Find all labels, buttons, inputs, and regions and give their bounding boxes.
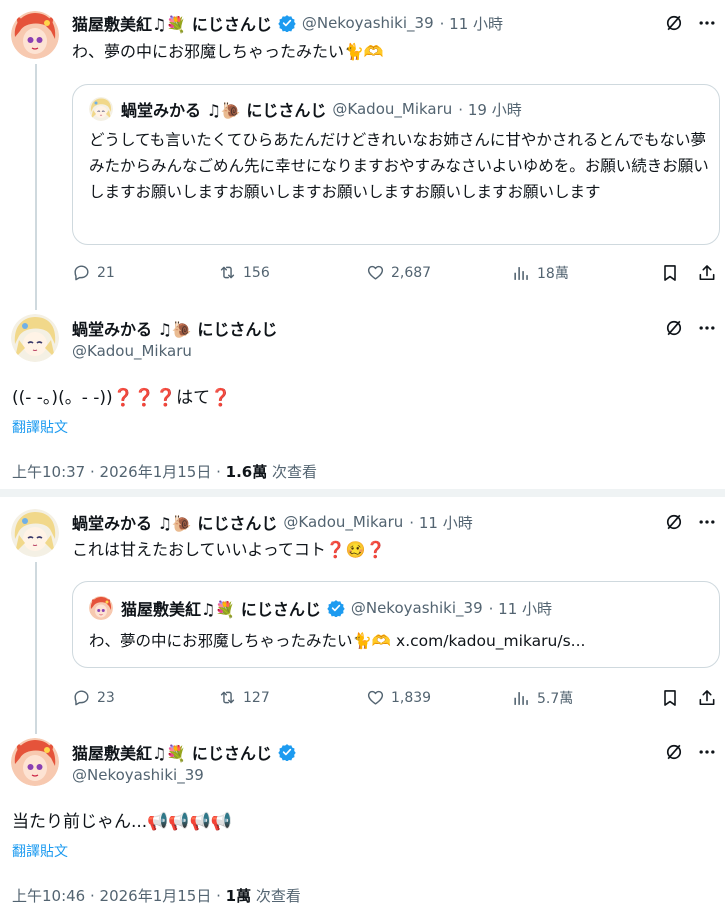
view-count: 5.7萬	[537, 691, 574, 707]
like-count: 1,839	[391, 689, 432, 706]
reply-count: 21	[97, 264, 115, 281]
post-time[interactable]: 上午10:37 · 2026年1月15日 ·	[12, 463, 226, 481]
views-button[interactable]: 18萬	[512, 263, 569, 283]
thread-line	[35, 64, 37, 310]
verified-badge-icon	[278, 743, 296, 761]
translate-link[interactable]: 翻譯貼文	[12, 841, 68, 861]
reply-button[interactable]: 21	[72, 263, 115, 282]
user-handle[interactable]: @Kadou_Mikaru	[283, 513, 403, 531]
section-divider	[0, 489, 725, 497]
view-count: 18萬	[537, 266, 569, 282]
bookmark-icon[interactable]	[660, 688, 680, 712]
view-label: 次查看	[267, 463, 318, 481]
display-name: 蝸堂みかる ♫🐌 にじさんじ	[121, 101, 327, 120]
display-name[interactable]: 猫屋敷美紅♫💐 にじさんじ	[72, 740, 272, 764]
timestamp[interactable]: · 11 小時	[440, 13, 503, 34]
views-button[interactable]: 5.7萬	[512, 688, 573, 708]
avatar	[89, 596, 113, 620]
tweet-header: 猫屋敷美紅♫💐 にじさんじ	[72, 740, 296, 764]
quote-tweet[interactable]: 蝸堂みかる ♫🐌 にじさんじ @Kadou_Mikaru · 19 小時 どうし…	[72, 84, 720, 245]
avatar[interactable]	[11, 11, 59, 59]
like-count: 2,687	[391, 264, 432, 281]
like-button[interactable]: 2,687	[366, 263, 431, 282]
reply-button[interactable]: 23	[72, 688, 115, 707]
quote-text: どうしても言いたくてひらあたんだけどきれいなお姉さんに甘やかされるとんでもない夢…	[89, 131, 709, 201]
retweet-button[interactable]: 156	[218, 263, 270, 282]
user-handle[interactable]: @Nekoyashiki_39	[302, 14, 434, 32]
more-icon[interactable]	[697, 742, 717, 766]
user-handle[interactable]: @Nekoyashiki_39	[72, 766, 204, 784]
timestamp[interactable]: · 11 小時	[409, 512, 472, 533]
grok-icon[interactable]	[664, 742, 684, 766]
retweet-count: 156	[243, 264, 270, 281]
quote-header: 蝸堂みかる ♫🐌 にじさんじ @Kadou_Mikaru · 19 小時	[121, 97, 522, 121]
like-button[interactable]: 1,839	[366, 688, 431, 707]
post-time[interactable]: 上午10:46 · 2026年1月15日 ·	[12, 887, 226, 905]
grok-icon[interactable]	[664, 13, 684, 37]
retweet-button[interactable]: 127	[218, 688, 270, 707]
display-name[interactable]: 蝸堂みかる ♫🐌 にじさんじ	[72, 510, 277, 534]
thread-line	[35, 562, 37, 734]
more-icon[interactable]	[697, 318, 717, 342]
user-handle: @Nekoyashiki_39	[350, 599, 483, 617]
timestamp: · 11 小時	[488, 599, 553, 618]
tweet-header: 猫屋敷美紅♫💐 にじさんじ @Nekoyashiki_39 · 11 小時	[72, 11, 503, 35]
quote-header: 猫屋敷美紅♫💐 にじさんじ @Nekoyashiki_39 · 11 小時	[121, 596, 552, 620]
avatar[interactable]	[11, 509, 59, 557]
avatar[interactable]	[11, 314, 59, 362]
view-label: 次查看	[251, 887, 301, 905]
timestamp: · 19 小時	[458, 100, 522, 119]
view-count: 1萬	[225, 887, 252, 905]
tweet-header: 蝸堂みかる ♫🐌 にじさんじ @Kadou_Mikaru · 11 小時	[72, 510, 473, 534]
user-handle: @Kadou_Mikaru	[332, 100, 453, 118]
user-handle[interactable]: @Kadou_Mikaru	[72, 342, 192, 360]
avatar	[89, 97, 113, 121]
verified-badge-icon	[327, 599, 345, 617]
display-name[interactable]: 猫屋敷美紅♫💐 にじさんじ	[72, 11, 272, 35]
view-count: 1.6萬	[225, 463, 268, 481]
tweet-meta: 上午10:46 · 2026年1月15日 · 1萬 次查看	[12, 885, 301, 906]
bookmark-icon[interactable]	[660, 263, 680, 287]
tweet-meta: 上午10:37 · 2026年1月15日 · 1.6萬 次查看	[12, 461, 317, 482]
share-icon[interactable]	[697, 688, 717, 712]
grok-icon[interactable]	[664, 318, 684, 342]
avatar[interactable]	[11, 738, 59, 786]
more-icon[interactable]	[697, 13, 717, 37]
quote-tweet[interactable]: 猫屋敷美紅♫💐 にじさんじ @Nekoyashiki_39 · 11 小時 わ、…	[72, 581, 720, 668]
translate-link[interactable]: 翻譯貼文	[12, 417, 68, 437]
display-name: 猫屋敷美紅♫💐 にじさんじ	[121, 600, 321, 619]
retweet-count: 127	[243, 689, 270, 706]
tweet-text: ((- -。)(。- -))❓❓❓はて❓	[12, 388, 232, 408]
verified-badge-icon	[278, 14, 296, 32]
tweet-text: これは甘えたおしていいよってコト❓🥴❓	[72, 540, 386, 559]
display-name[interactable]: 蝸堂みかる ♫🐌 にじさんじ	[72, 316, 277, 340]
share-icon[interactable]	[697, 263, 717, 287]
quote-text: わ、夢の中にお邪魔しちゃったみたい🐈🫶 x.com/kadou_mikaru/s…	[89, 632, 586, 650]
grok-icon[interactable]	[664, 512, 684, 536]
tweet-text: 当たり前じゃん...📢📢📢📢	[12, 812, 232, 832]
tweet-text: わ、夢の中にお邪魔しちゃったみたい🐈🫶	[72, 42, 384, 61]
reply-count: 23	[97, 689, 115, 706]
more-icon[interactable]	[697, 512, 717, 536]
